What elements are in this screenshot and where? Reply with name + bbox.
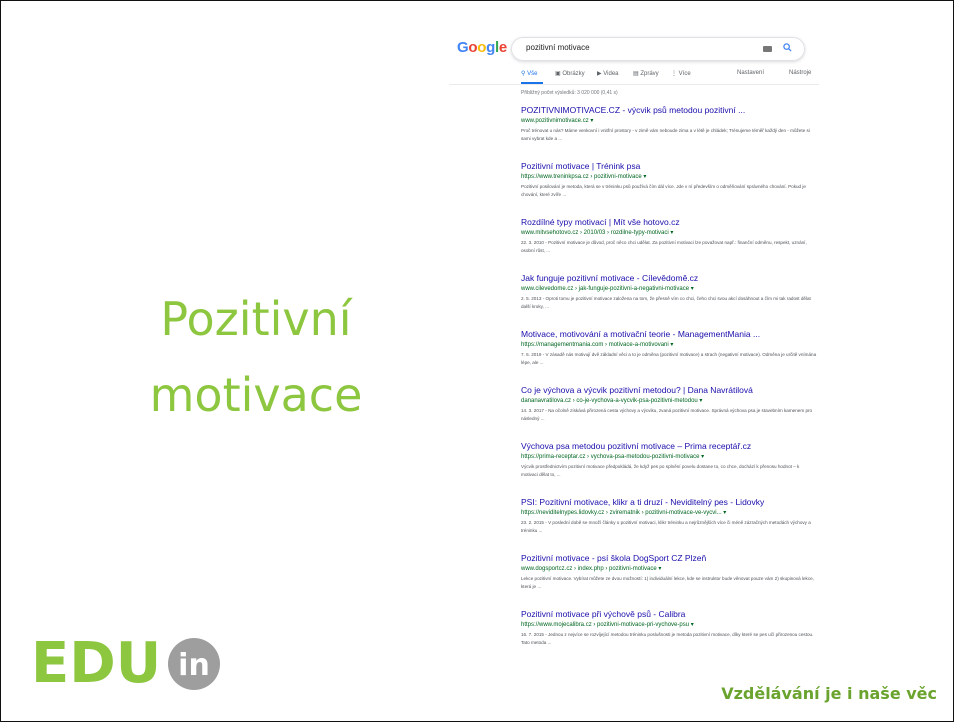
result-url[interactable]: https://www.treninkpsa.cz › pozitivni-mo…: [521, 173, 817, 182]
search-icon[interactable]: [783, 43, 792, 54]
result-snippet: Výcvik prostřednictvím pozitivní motivac…: [521, 464, 800, 477]
search-result: Co je výchova a výcvik pozitivní metodou…: [521, 385, 817, 422]
logo-letter: o: [477, 39, 487, 56]
tab-images[interactable]: ▣ Obrázky: [555, 70, 585, 77]
search-result: Výchova psa metodou pozitivní motivace –…: [521, 441, 817, 478]
slide-title: Pozitivní motivace: [101, 281, 411, 433]
logo-text: EDU: [31, 631, 162, 696]
result-url[interactable]: www.cilevedome.cz › jak-funguje-pozitivn…: [521, 285, 817, 294]
logo-badge-icon: in: [168, 638, 221, 690]
more-icon: ⋮: [671, 71, 679, 77]
result-snippet: 14. 3. 2017 - Na očolně získává přirozen…: [521, 408, 813, 421]
search-result: Rozdílné typy motivací | Mít vše hotovo.…: [521, 217, 817, 254]
search-result: Pozitivní motivace - psí škola DogSport …: [521, 553, 817, 590]
result-snippet: 22. 3. 2010 - Pozitivní motivace je důvo…: [521, 240, 807, 253]
result-title-link[interactable]: Motivace, motivování a motivační teorie …: [521, 329, 817, 340]
divider: [449, 84, 819, 85]
result-url[interactable]: https://www.mojecalibra.cz › pozitivni-m…: [521, 621, 817, 630]
search-result: Jak funguje pozitivní motivace - Cílevěd…: [521, 273, 817, 310]
keyboard-icon[interactable]: [763, 46, 772, 52]
results-count: Přibližný počet výsledků: 3 020 000 (0,4…: [521, 90, 618, 96]
result-title-link[interactable]: Pozitivní motivace při výchově psů - Cal…: [521, 609, 817, 620]
search-result: Pozitivní motivace | Trénink psa https:/…: [521, 161, 817, 198]
tab-label: Více: [678, 71, 691, 77]
result-title-link[interactable]: Pozitivní motivace | Trénink psa: [521, 161, 817, 172]
result-url[interactable]: dananavratilova.cz › co-je-vychova-a-vyc…: [521, 397, 817, 406]
google-search-screenshot: Google pozitivní motivace ⚲ Vše ▣ Obrázk…: [449, 29, 819, 665]
logo-letter: e: [498, 39, 507, 56]
result-url[interactable]: https://managementmania.com › motivace-a…: [521, 341, 817, 350]
result-snippet: Pozitivní posilování je metoda, která se…: [521, 184, 806, 197]
search-result: Motivace, motivování a motivační teorie …: [521, 329, 817, 366]
result-snippet: 2. 5. 2013 - Oproti tomu je pozitivní mo…: [521, 296, 811, 309]
tab-settings[interactable]: Nastavení: [737, 70, 764, 76]
result-title-link[interactable]: PSI: Pozitivní motivace, klikr a ti druz…: [521, 497, 817, 508]
tab-more[interactable]: ⋮ Více: [671, 70, 691, 77]
result-snippet: 16. 7. 2015 - Jednou z nejvíce se rozvíj…: [521, 632, 814, 645]
tagline: Vzdělávání je i naše věc: [721, 684, 937, 703]
result-url[interactable]: www.pozitivnimotivace.cz ▾: [521, 117, 817, 126]
result-title-link[interactable]: Co je výchova a výcvik pozitivní metodou…: [521, 385, 817, 396]
tab-all[interactable]: ⚲ Vše: [521, 70, 537, 77]
search-input[interactable]: pozitivní motivace: [511, 37, 805, 61]
title-line: motivace: [149, 368, 363, 422]
tab-news[interactable]: ▤ Zprávy: [633, 70, 659, 77]
tab-tools[interactable]: Nástroje: [789, 70, 811, 76]
tab-label: Videa: [603, 71, 619, 77]
eduin-logo: EDU in: [31, 629, 221, 699]
logo-letter: g: [486, 39, 495, 56]
slide: Google pozitivní motivace ⚲ Vše ▣ Obrázk…: [0, 0, 954, 722]
search-query: pozitivní motivace: [526, 43, 590, 52]
logo-letter: G: [457, 39, 469, 56]
result-snippet: Proč trénovat u nás? Máme venkovní i vni…: [521, 128, 810, 141]
logo-letter: o: [468, 39, 478, 56]
result-snippet: 23. 2. 2015 - V poslední době se množí č…: [521, 520, 811, 533]
tab-videos[interactable]: ▶ Videa: [597, 70, 619, 77]
result-snippet: Lekce pozitivní motivace. Vybírat můžete…: [521, 576, 814, 589]
tab-label: Vše: [527, 71, 538, 77]
result-url[interactable]: https://prima-receptar.cz › vychova-psa-…: [521, 453, 817, 462]
search-result: PSI: Pozitivní motivace, klikr a ti druz…: [521, 497, 817, 534]
search-result: Pozitivní motivace při výchově psů - Cal…: [521, 609, 817, 646]
title-line: Pozitivní: [160, 292, 352, 346]
result-url[interactable]: www.mitvsehotovo.cz › 2010/03 › rozdilne…: [521, 229, 817, 238]
result-url[interactable]: https://neviditelnypes.lidovky.cz › zvir…: [521, 509, 817, 518]
google-logo[interactable]: Google: [457, 39, 507, 56]
result-snippet: 7. 5. 2019 - V zásadě nás motivují dvě z…: [521, 352, 817, 365]
result-title-link[interactable]: Pozitivní motivace - psí škola DogSport …: [521, 553, 817, 564]
search-result: POZITIVNIMOTIVACE.CZ - výcvik psů metodo…: [521, 105, 817, 142]
search-tabs: ⚲ Vše ▣ Obrázky ▶ Videa ▤ Zprávy ⋮ Více …: [521, 70, 821, 82]
result-title-link[interactable]: Výchova psa metodou pozitivní motivace –…: [521, 441, 817, 452]
logo-badge-text: in: [178, 648, 210, 683]
result-title-link[interactable]: POZITIVNIMOTIVACE.CZ - výcvik psů metodo…: [521, 105, 817, 116]
tab-label: Obrázky: [562, 71, 585, 77]
tab-label: Zprávy: [640, 71, 659, 77]
result-title-link[interactable]: Jak funguje pozitivní motivace - Cílevěd…: [521, 273, 817, 284]
result-title-link[interactable]: Rozdílné typy motivací | Mít vše hotovo.…: [521, 217, 817, 228]
result-url[interactable]: www.dogsportcz.cz › index.php › pozitivn…: [521, 565, 817, 574]
